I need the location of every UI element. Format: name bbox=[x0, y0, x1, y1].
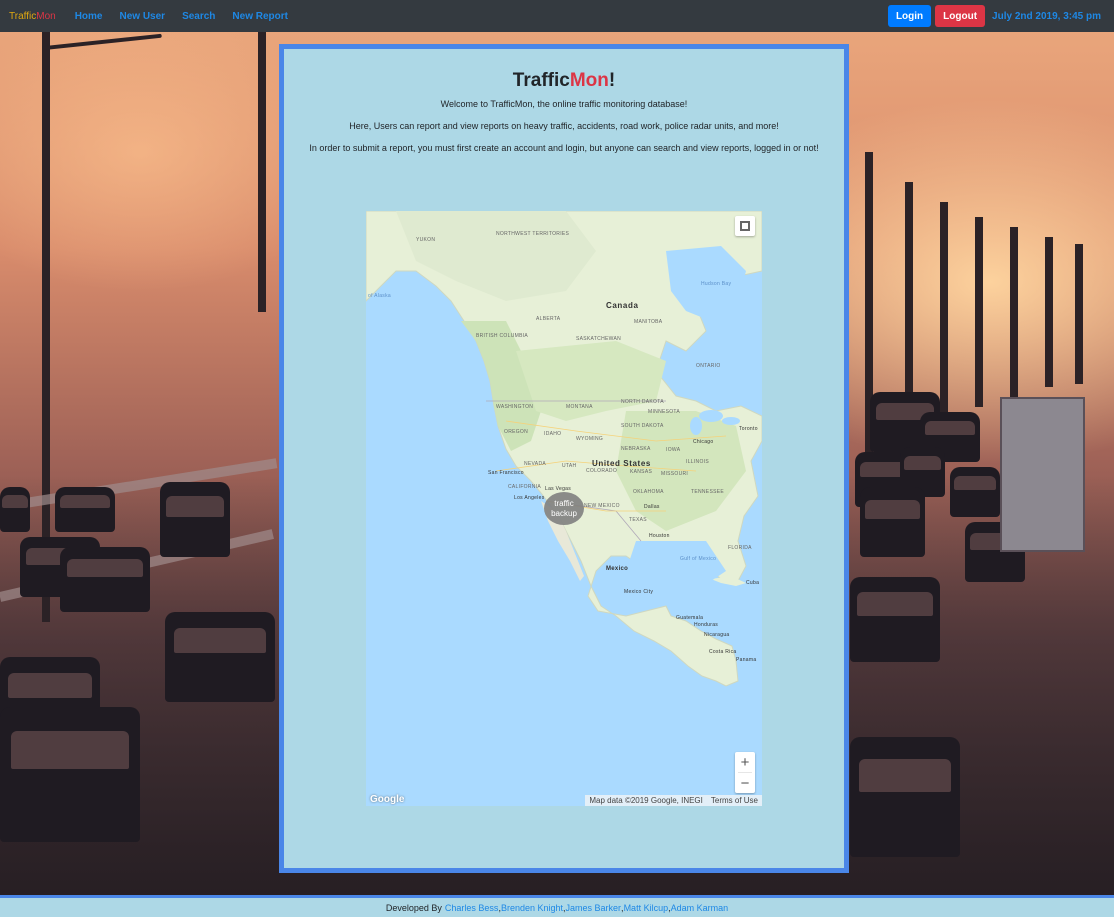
map-label-cuba: Cuba bbox=[746, 580, 760, 586]
description-text: Here, Users can report and view reports … bbox=[349, 121, 779, 131]
map-label-canada: Canada bbox=[606, 301, 639, 310]
map-label-saskatchewan: SASKATCHEWAN bbox=[576, 336, 621, 342]
zoom-control: + − bbox=[735, 752, 755, 793]
map-label-utah: UTAH bbox=[562, 463, 577, 469]
map-label-hudson-bay: Hudson Bay bbox=[701, 281, 732, 287]
brand-logo[interactable]: Traffic Mon bbox=[9, 11, 56, 22]
page-title: TrafficMon! bbox=[284, 70, 844, 92]
terms-of-use-link[interactable]: Terms of Use bbox=[707, 795, 762, 806]
nav-link-new-report[interactable]: New Report bbox=[232, 11, 288, 22]
map-label-missouri: MISSOURI bbox=[661, 471, 689, 477]
current-datetime: July 2nd 2019, 3:45 pm bbox=[992, 10, 1101, 22]
developer-link[interactable]: Brenden Knight bbox=[501, 903, 563, 913]
title-exclamation: ! bbox=[608, 70, 616, 91]
welcome-text: Welcome to TrafficMon, the online traffi… bbox=[440, 99, 688, 109]
map-label-idaho: IDAHO bbox=[544, 431, 562, 437]
map-label-new-mexico: NEW MEXICO bbox=[584, 503, 620, 509]
map-label-nevada: NEVADA bbox=[524, 461, 546, 467]
map-label-colorado: COLORADO bbox=[586, 468, 618, 474]
map-label-gulf-alaska: of Alaska bbox=[368, 293, 391, 299]
nav-link-search[interactable]: Search bbox=[182, 11, 215, 22]
map-label-mexico-city: Mexico City bbox=[624, 589, 654, 595]
fullscreen-icon bbox=[740, 221, 750, 231]
map-label-honduras: Honduras bbox=[694, 622, 719, 628]
map-label-illinois: ILLINOIS bbox=[686, 459, 709, 465]
map-label-costa-rica: Costa Rica bbox=[709, 649, 737, 655]
map-label-yukon: YUKON bbox=[416, 237, 436, 243]
login-button[interactable]: Login bbox=[887, 5, 932, 27]
map-label-south-dakota: SOUTH DAKOTA bbox=[621, 423, 664, 429]
nav-link-home[interactable]: Home bbox=[75, 11, 103, 22]
map-label-manitoba: MANITOBA bbox=[634, 319, 663, 325]
traffic-map[interactable]: Canada United States Mexico YUKON NORTHW… bbox=[366, 211, 762, 806]
brand-part-mon: Mon bbox=[36, 10, 56, 22]
nav-right: Login Logout July 2nd 2019, 3:45 pm bbox=[887, 5, 1101, 27]
map-label-mexico: Mexico bbox=[606, 566, 629, 572]
developer-link[interactable]: James Barker bbox=[566, 903, 622, 913]
map-label-dallas: Dallas bbox=[644, 504, 660, 510]
top-navbar: Traffic Mon Home New User Search New Repo… bbox=[0, 0, 1114, 32]
map-label-california: CALIFORNIA bbox=[508, 484, 542, 490]
map-label-houston: Houston bbox=[649, 533, 670, 539]
map-label-minnesota: MINNESOTA bbox=[648, 409, 681, 415]
title-part-mon: Mon bbox=[569, 70, 609, 91]
map-label-kansas: KANSAS bbox=[630, 469, 653, 475]
map-label-united-states: United States bbox=[592, 459, 651, 468]
developer-link[interactable]: Matt Kilcup bbox=[624, 903, 669, 913]
instructions-text: In order to submit a report, you must fi… bbox=[309, 143, 819, 153]
map-label-ontario: ONTARIO bbox=[696, 363, 721, 369]
map-label-tennessee: TENNESSEE bbox=[691, 489, 724, 495]
marker-label-line1: traffic bbox=[554, 498, 574, 508]
map-label-texas: TEXAS bbox=[629, 517, 647, 523]
fullscreen-button[interactable] bbox=[735, 216, 755, 236]
map-label-nebraska: NEBRASKA bbox=[621, 446, 651, 452]
map-attribution: Map data ©2019 Google, INEGI Terms of Us… bbox=[585, 795, 762, 806]
map-label-panama: Panama bbox=[736, 657, 757, 663]
brand-part-traffic: Traffic bbox=[9, 10, 37, 22]
map-label-guatemala: Guatemala bbox=[676, 615, 704, 621]
map-label-iowa: IOWA bbox=[666, 447, 681, 453]
zoom-in-button[interactable]: + bbox=[735, 752, 755, 772]
developer-link[interactable]: Charles Bess bbox=[445, 903, 499, 913]
map-label-nicaragua: Nicaragua bbox=[704, 632, 730, 638]
map-label-montana: MONTANA bbox=[566, 404, 593, 410]
google-logo[interactable]: Google bbox=[370, 794, 404, 805]
nav-link-new-user[interactable]: New User bbox=[119, 11, 165, 22]
logout-button[interactable]: Logout bbox=[935, 5, 986, 27]
map-label-toronto: Toronto bbox=[739, 426, 758, 432]
map-label-bc: BRITISH COLUMBIA bbox=[476, 333, 529, 339]
map-label-oklahoma: OKLAHOMA bbox=[633, 489, 664, 495]
map-label-washington: WASHINGTON bbox=[496, 404, 534, 410]
developed-by-label: Developed By bbox=[385, 902, 442, 913]
zoom-out-button[interactable]: − bbox=[735, 773, 755, 793]
nav-links: Home New User Search New Report bbox=[75, 11, 305, 22]
main-panel: TrafficMon! Welcome to TrafficMon, the o… bbox=[279, 44, 849, 873]
map-data-credit: Map data ©2019 Google, INEGI bbox=[589, 796, 703, 805]
traffic-backup-marker[interactable]: traffic backup bbox=[544, 492, 584, 525]
map-label-los-angeles: Los Angeles bbox=[514, 495, 545, 501]
map-label-san-francisco: San Francisco bbox=[488, 470, 524, 476]
footer: Developed By Charles Bess, Brenden Knight… bbox=[0, 895, 1114, 917]
map-label-wyoming: WYOMING bbox=[576, 436, 604, 442]
map-label-gulf-of-mexico: Gulf of Mexico bbox=[680, 556, 717, 562]
map-label-nwt: NORTHWEST TERRITORIES bbox=[496, 231, 570, 237]
map-label-north-dakota: NORTH DAKOTA bbox=[621, 399, 664, 405]
map-label-oregon: OREGON bbox=[504, 429, 529, 435]
map-label-florida: FLORIDA bbox=[728, 545, 752, 551]
map-label-las-vegas: Las Vegas bbox=[545, 486, 572, 492]
map-label-alberta: ALBERTA bbox=[536, 316, 561, 322]
title-part-traffic: Traffic bbox=[512, 70, 570, 91]
developer-link[interactable]: Adam Karman bbox=[671, 903, 729, 913]
marker-label-line2: backup bbox=[551, 508, 577, 518]
map-label-chicago: Chicago bbox=[693, 439, 714, 445]
